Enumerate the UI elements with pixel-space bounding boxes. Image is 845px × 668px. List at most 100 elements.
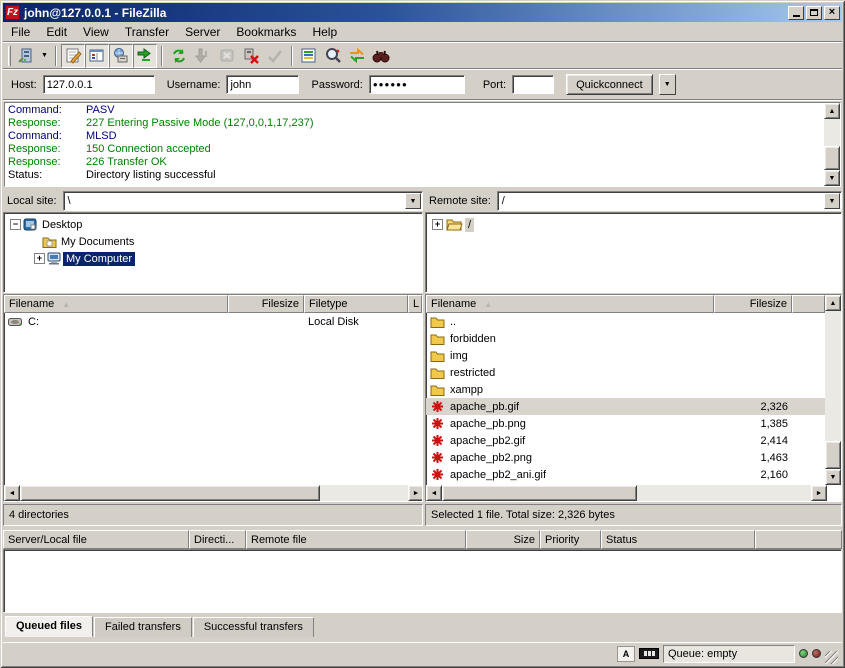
remote-directory-tree[interactable]: + /: [425, 212, 842, 293]
column-header-server-local-file[interactable]: Server/Local file: [3, 530, 189, 549]
toggle-local-tree-button[interactable]: [85, 44, 109, 68]
scrollbar-thumb[interactable]: [20, 485, 320, 501]
scroll-down-icon[interactable]: ▼: [825, 469, 841, 485]
process-queue-button[interactable]: [191, 44, 215, 68]
scroll-down-icon[interactable]: ▼: [824, 170, 840, 186]
menu-bookmarks[interactable]: Bookmarks: [228, 23, 304, 41]
remote-file-row[interactable]: apache_pb.png 1,385: [426, 415, 825, 432]
column-header-priority[interactable]: Priority: [540, 530, 601, 549]
local-directory-tree[interactable]: − Desktop My Documents + My Computer: [3, 212, 423, 293]
column-header-size[interactable]: Size: [466, 530, 540, 549]
menu-server[interactable]: Server: [177, 23, 228, 41]
tab-failed-transfers[interactable]: Failed transfers: [94, 617, 192, 637]
remote-file-list: Filename▲ Filesize .. forbidden img rest…: [425, 294, 842, 502]
quickconnect-button[interactable]: Quickconnect: [566, 74, 653, 95]
filter-button[interactable]: [297, 44, 321, 68]
minimize-button[interactable]: [788, 6, 804, 20]
reconnect-icon: [266, 47, 284, 65]
message-log-icon: [64, 47, 82, 65]
site-manager-button[interactable]: [14, 44, 38, 68]
remote-file-row[interactable]: img: [426, 347, 825, 364]
tree-item-root[interactable]: + /: [426, 216, 841, 233]
scroll-right-icon[interactable]: ►: [811, 485, 827, 501]
column-header-last-modified[interactable]: L: [408, 295, 422, 313]
combo-dropdown-button[interactable]: ▼: [824, 193, 840, 209]
column-header-remote-file[interactable]: Remote file: [246, 530, 466, 549]
log-scrollbar[interactable]: ▲ ▼: [824, 103, 840, 186]
remote-file-row[interactable]: ..: [426, 313, 825, 330]
remote-vertical-scrollbar[interactable]: ▲ ▼: [825, 295, 841, 485]
reconnect-button[interactable]: [263, 44, 287, 68]
scrollbar-thumb[interactable]: [824, 146, 840, 170]
tree-item-my-computer[interactable]: + My Computer: [4, 250, 422, 267]
scrollbar-thumb[interactable]: [442, 485, 637, 501]
password-input[interactable]: [369, 75, 465, 94]
transfer-queue-icon: [136, 47, 154, 65]
refresh-button[interactable]: [167, 44, 191, 68]
close-icon: ×: [829, 7, 835, 18]
tab-queued-files[interactable]: Queued files: [5, 616, 93, 637]
remote-horizontal-scrollbar[interactable]: ◄ ►: [426, 485, 827, 501]
local-file-row[interactable]: C: Local Disk: [4, 313, 422, 330]
quickconnect-dropdown[interactable]: ▼: [659, 74, 676, 95]
scroll-left-icon[interactable]: ◄: [426, 485, 442, 501]
scroll-up-icon[interactable]: ▲: [825, 295, 841, 311]
remote-file-row[interactable]: restricted: [426, 364, 825, 381]
menu-help[interactable]: Help: [304, 23, 345, 41]
combo-dropdown-button[interactable]: ▼: [405, 193, 421, 209]
tab-successful-transfers[interactable]: Successful transfers: [193, 617, 314, 637]
remote-file-row[interactable]: apache_pb2.png 1,463: [426, 449, 825, 466]
column-header-direction[interactable]: Directi...: [189, 530, 246, 549]
menu-edit[interactable]: Edit: [38, 23, 75, 41]
column-label: Size: [514, 534, 535, 546]
scroll-right-icon[interactable]: ►: [408, 485, 423, 501]
toggle-queue-button[interactable]: [133, 44, 157, 68]
open-folder-icon: [443, 218, 465, 231]
folder-icon: [428, 316, 446, 328]
find-files-button[interactable]: [369, 44, 393, 68]
remote-file-row[interactable]: xampp: [426, 381, 825, 398]
tree-item-my-documents[interactable]: My Documents: [4, 233, 422, 250]
remote-file-row[interactable]: apache_pb2_ani.gif 2,160: [426, 466, 825, 483]
toggle-log-button[interactable]: [61, 44, 85, 68]
scrollbar-thumb[interactable]: [825, 441, 841, 469]
tree-item-desktop[interactable]: − Desktop: [4, 216, 422, 233]
scroll-left-icon[interactable]: ◄: [4, 485, 20, 501]
username-input[interactable]: [226, 75, 299, 94]
site-manager-dropdown[interactable]: ▼: [38, 44, 51, 68]
maximize-button[interactable]: [806, 6, 822, 20]
column-label: Status: [606, 534, 637, 546]
menu-transfer[interactable]: Transfer: [117, 23, 177, 41]
remote-site-combo[interactable]: / ▼: [497, 191, 842, 211]
remote-file-row[interactable]: apache_pb2.gif 2,414: [426, 432, 825, 449]
menu-file[interactable]: File: [3, 23, 38, 41]
local-horizontal-scrollbar[interactable]: ◄ ►: [4, 485, 423, 501]
column-header-filesize[interactable]: Filesize: [228, 295, 304, 313]
toggle-remote-tree-button[interactable]: [109, 44, 133, 68]
menu-view[interactable]: View: [75, 23, 117, 41]
remote-file-row[interactable]: forbidden: [426, 330, 825, 347]
collapse-icon[interactable]: −: [10, 219, 21, 230]
filename-cell: apache_pb.gif: [446, 401, 714, 413]
cancel-button[interactable]: [215, 44, 239, 68]
column-header-filename[interactable]: Filename▲: [4, 295, 228, 313]
window-title: john@127.0.0.1 - FileZilla: [24, 6, 788, 20]
column-header-status[interactable]: Status: [601, 530, 755, 549]
port-input[interactable]: [512, 75, 554, 94]
resize-grip[interactable]: [825, 651, 838, 664]
close-button[interactable]: ×: [824, 6, 840, 20]
queue-list[interactable]: [3, 549, 842, 613]
disconnect-button[interactable]: [239, 44, 263, 68]
remote-list-header: Filename▲ Filesize: [426, 295, 825, 313]
remote-file-row-selected[interactable]: apache_pb.gif 2,326: [426, 398, 825, 415]
expand-icon[interactable]: +: [432, 219, 443, 230]
local-site-combo[interactable]: \ ▼: [63, 191, 423, 211]
synchronized-browsing-button[interactable]: [345, 44, 369, 68]
expand-icon[interactable]: +: [34, 253, 45, 264]
column-header-filetype[interactable]: Filetype: [304, 295, 408, 313]
column-header-filename[interactable]: Filename▲: [426, 295, 714, 313]
host-input[interactable]: [43, 75, 155, 94]
directory-comparison-button[interactable]: [321, 44, 345, 68]
scroll-up-icon[interactable]: ▲: [824, 103, 840, 119]
column-header-filesize[interactable]: Filesize: [714, 295, 792, 313]
